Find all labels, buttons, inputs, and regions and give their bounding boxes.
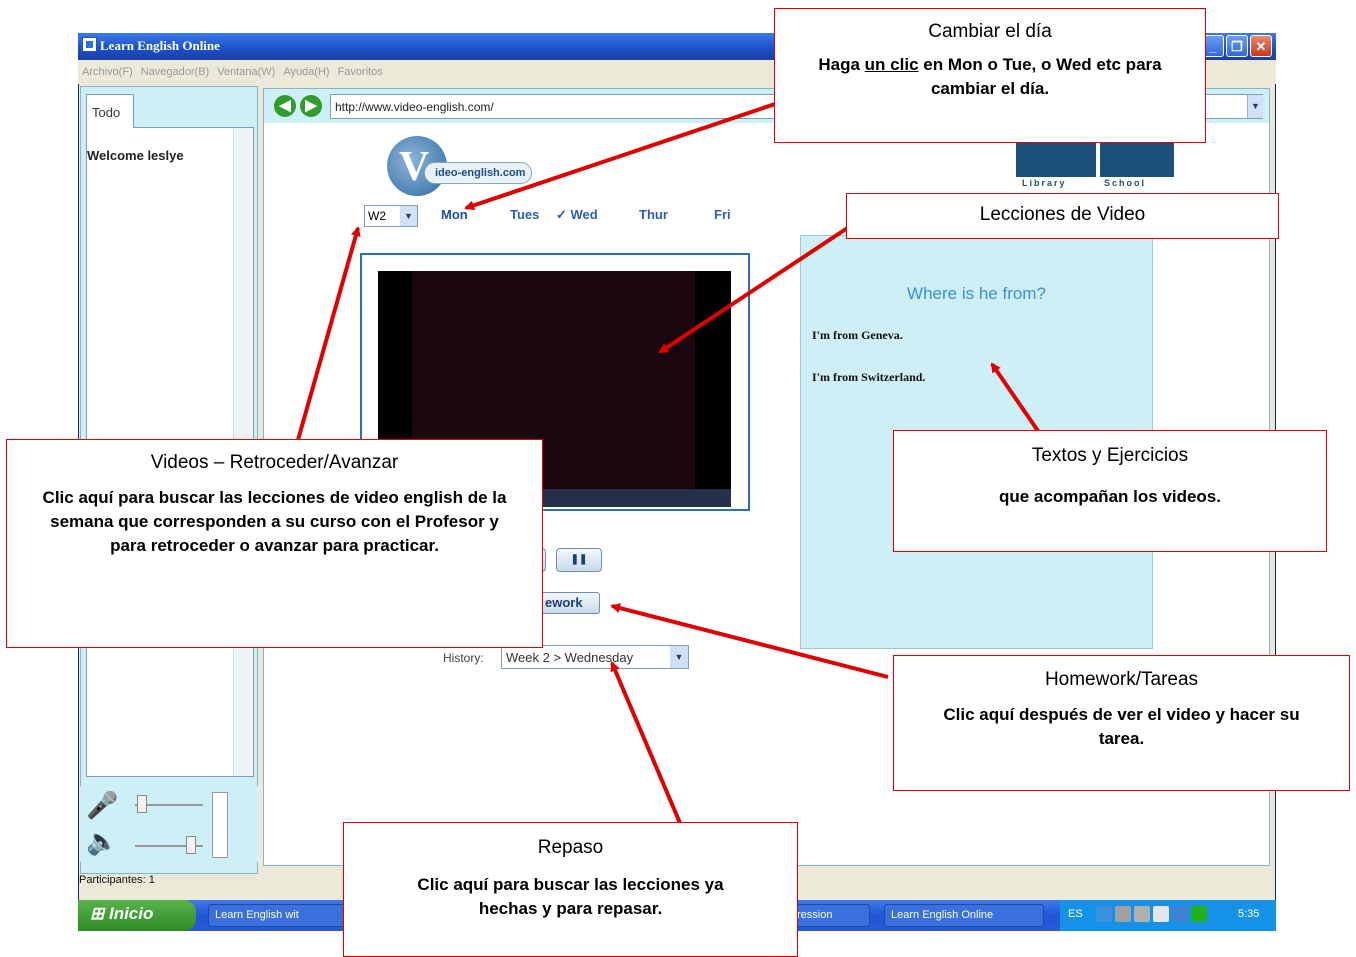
menu-item-ventana[interactable]: Ventana(W) [217, 66, 275, 78]
library-label[interactable]: Library [1022, 178, 1067, 188]
school-label[interactable]: School [1104, 178, 1146, 188]
tray-app-icon[interactable] [1153, 906, 1169, 922]
tray-app-icon[interactable] [1191, 906, 1207, 922]
callout-repaso: Repaso Clic aquí para buscar las leccion… [343, 822, 798, 957]
speaker-icon: 🔈 [86, 826, 119, 856]
callout-title: Textos y Ejercicios [1031, 445, 1189, 466]
day-tues[interactable]: Tues [510, 207, 539, 222]
chevron-down-icon[interactable]: ▼ [670, 646, 688, 668]
lesson-line: I'm from Switzerland. [812, 370, 926, 384]
callout-homework: Homework/Tareas Clic aquí después de ver… [893, 655, 1350, 791]
taskbar-item-active[interactable]: Learn English Online [884, 904, 1044, 927]
callout-title: Homework/Tareas [1044, 669, 1199, 690]
day-fri[interactable]: Fri [714, 207, 731, 222]
callout-lecciones-video: Lecciones de Video [846, 193, 1279, 239]
homework-button[interactable]: ework [540, 592, 600, 614]
library-icon[interactable] [1016, 141, 1096, 177]
lesson-title: Where is he from? [907, 284, 1046, 303]
menu-item-favoritos[interactable]: Favoritos [338, 66, 383, 78]
callout-title: Lecciones de Video [979, 204, 1146, 225]
callout-title: Cambiar el día [928, 21, 1052, 42]
app-icon [82, 37, 97, 52]
mic-volume-slider[interactable] [137, 795, 147, 813]
network-icon[interactable] [1096, 906, 1112, 922]
tray-app-icon[interactable] [1134, 906, 1150, 922]
taskbar-item[interactable]: ression [790, 904, 870, 927]
chevron-down-icon[interactable]: ▼ [400, 206, 417, 226]
tray-app-icon[interactable] [1172, 906, 1188, 922]
forward-icon[interactable]: ▶ [300, 95, 322, 117]
tray-app-icon[interactable] [1115, 906, 1131, 922]
participants-count: Participantes: 1 [79, 874, 155, 886]
day-thur[interactable]: Thur [639, 207, 668, 222]
day-wed[interactable]: ✓ Wed [556, 207, 598, 223]
callout-body: Clic aquí para buscar las lecciones de v… [42, 488, 507, 555]
tray-icons [1096, 906, 1207, 922]
level-meter [212, 792, 228, 858]
logo-text: ideo-english.com [424, 162, 532, 184]
maximize-icon[interactable]: ❐ [1226, 35, 1248, 57]
callout-title: Repaso [537, 837, 604, 858]
callout-body: Clic aquí para buscar las lecciones ya h… [417, 875, 724, 918]
taskbar-item[interactable]: Learn English wit [208, 904, 358, 927]
chevron-down-icon[interactable]: ▼ [1247, 95, 1263, 118]
callout-videos: Videos – Retroceder/Avanzar Clic aquí pa… [6, 439, 543, 648]
callout-body: que acompañan los videos. [998, 487, 1221, 506]
clock: 5:35 [1238, 908, 1260, 920]
day-mon[interactable]: Mon [441, 207, 468, 222]
callout-body: Haga un clic en Mon o Tue, o Wed etc par… [818, 55, 1162, 98]
start-button[interactable]: ⊞ Inicio [78, 900, 196, 931]
school-icon[interactable] [1100, 141, 1174, 177]
microphone-icon: 🎤 [86, 790, 119, 820]
history-label: History: [443, 651, 484, 665]
language-indicator[interactable]: ES [1068, 908, 1083, 920]
callout-title: Videos – Retroceder/Avanzar [150, 452, 399, 473]
menu-item-archivo[interactable]: Archivo(F) [82, 66, 133, 78]
history-select[interactable]: Week 2 > Wednesday [501, 645, 689, 669]
callout-cambiar-dia: Cambiar el día Haga un clic en Mon o Tue… [774, 8, 1206, 143]
pause-button[interactable]: ❚❚ [556, 548, 602, 572]
menu-item-navegador[interactable]: Navegador(B) [141, 66, 209, 78]
welcome-text: Welcome leslye [87, 148, 184, 163]
video-letterbox-right [695, 271, 731, 489]
callout-body: Clic aquí después de ver el video y hace… [943, 705, 1300, 748]
callout-textos: Textos y Ejercicios que acompañan los vi… [893, 430, 1327, 552]
window-title: Learn English Online [100, 38, 220, 53]
menu-item-ayuda[interactable]: Ayuda(H) [283, 66, 329, 78]
back-icon[interactable]: ◀ [274, 95, 296, 117]
speaker-volume-slider[interactable] [186, 836, 196, 854]
close-icon[interactable]: ✕ [1250, 35, 1272, 57]
tab-todo[interactable]: Todo [86, 94, 134, 128]
start-label: Inicio [108, 904, 154, 923]
lesson-line: I'm from Geneva. [812, 328, 903, 342]
